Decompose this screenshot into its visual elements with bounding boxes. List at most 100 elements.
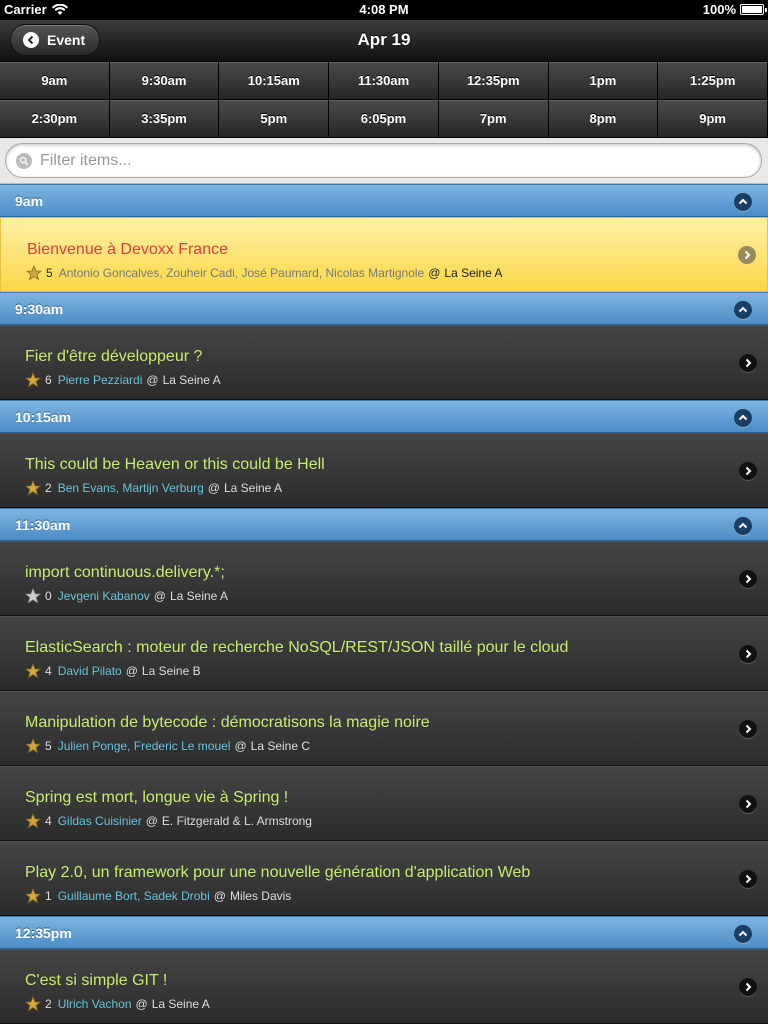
nav-header: Event Apr 19 [0,20,768,62]
at-symbol: @ [207,481,220,495]
status-bar: Carrier 4:08 PM 100% [0,0,768,20]
time-slot-button[interactable]: 12:35pm [438,62,549,100]
session-meta: 2 Ben Evans, Martijn Verburg @ La Seine … [24,479,283,496]
section-divider[interactable]: 9:30am [0,292,768,325]
favorite-count: 0 [45,589,52,603]
collapse-icon[interactable] [734,301,752,319]
star-icon [25,264,43,281]
session-room: La Seine A [151,997,210,1011]
search-icon [16,152,32,169]
section-divider[interactable]: 12:35pm [0,916,768,949]
session-speakers: David Pilato [57,664,122,678]
collapse-icon[interactable] [734,517,752,535]
star-icon [24,887,42,904]
chevron-right-icon[interactable] [739,354,757,372]
at-symbol: @ [213,889,226,903]
time-slot-button[interactable]: 1pm [548,62,659,100]
session-item[interactable]: Bienvenue à Devoxx France 5 Antonio Gonc… [0,217,768,292]
time-slot-button[interactable]: 11:30am [329,62,439,100]
search-bar [0,138,768,184]
search-input[interactable] [40,151,720,170]
at-symbol: @ [153,589,166,603]
chevron-right-icon[interactable] [739,462,757,480]
section-time-label: 12:35pm [15,924,72,941]
star-icon [24,737,42,754]
section-time-label: 9am [15,192,44,209]
time-slot-grid: 9am 9:30am 10:15am 11:30am 12:35pm 1pm 1:25pm 2… [0,62,768,138]
page-title: Apr 19 [357,30,411,49]
at-symbol: @ [125,664,138,678]
section-divider[interactable]: 9am [0,184,768,217]
section-divider[interactable]: 10:15am [0,400,768,433]
time-slot-button[interactable]: 9am [0,62,110,100]
at-symbol: @ [145,814,158,828]
session-item[interactable]: Spring est mort, longue vie à Spring ! 4… [0,766,768,841]
chevron-right-icon[interactable] [739,570,757,588]
session-title: import continuous.delivery.*; [25,564,225,581]
time-slot-button[interactable]: 3:35pm [109,100,220,138]
chevron-right-icon[interactable] [739,720,757,738]
session-title: ElasticSearch : moteur de recherche NoSQ… [25,639,569,656]
star-icon [24,479,42,496]
time-slot-button[interactable]: 9:30am [109,62,220,100]
favorite-count: 2 [45,481,52,495]
session-meta: 4 Gildas Cuisinier @ E. Fitzgerald & L. … [24,812,312,829]
at-symbol: @ [234,739,247,753]
chevron-right-icon[interactable] [739,795,757,813]
session-room: La Seine A [444,266,503,280]
session-item[interactable]: ElasticSearch : moteur de recherche NoSQ… [0,616,768,691]
session-item[interactable]: This could be Heaven or this could be He… [0,433,768,508]
session-title: Manipulation de bytecode : démocratisons… [25,714,430,731]
time-slot-button[interactable]: 7pm [438,100,549,138]
battery-percent: 100% [702,2,736,17]
favorite-count: 6 [45,373,52,387]
section-divider[interactable]: 11:30am [0,508,768,541]
time-slot-button[interactable]: 8pm [548,100,659,138]
search-field[interactable] [5,143,762,178]
session-item[interactable]: Play 2.0, un framework pour une nouvelle… [0,841,768,916]
chevron-right-icon[interactable] [739,645,757,663]
battery-fill [742,6,762,13]
session-meta: 1 Guillaume Bort, Sadek Drobi @ Miles Da… [24,887,291,904]
session-meta: 5 Julien Ponge, Frederic Le mouel @ La S… [24,737,310,754]
time-slot-button[interactable]: 6:05pm [329,100,439,138]
collapse-icon[interactable] [734,925,752,943]
favorite-count: 5 [45,739,52,753]
chevron-right-icon[interactable] [739,978,757,996]
session-title: Fier d'être développeur ? [25,348,203,365]
session-meta: 2 Ulrich Vachon @ La Seine A [24,995,210,1012]
time-slot-button[interactable]: 9pm [658,100,768,138]
session-title: Bienvenue à Devoxx France [27,241,228,258]
at-symbol: @ [146,373,159,387]
at-symbol: @ [428,266,441,280]
session-speakers: Pierre Pezziardi [57,373,143,387]
session-item[interactable]: import continuous.delivery.*; 0 Jevgeni … [0,541,768,616]
session-title: This could be Heaven or this could be He… [25,456,325,473]
session-item[interactable]: Fier d'être développeur ? 6 Pierre Pezzi… [0,325,768,400]
session-title: Spring est mort, longue vie à Spring ! [25,789,289,806]
chevron-right-icon[interactable] [739,870,757,888]
battery-icon [740,4,767,15]
chevron-right-icon[interactable] [738,246,756,264]
session-list: 9am Bienvenue à Devoxx France 5 Antonio … [0,184,768,1024]
collapse-icon[interactable] [734,409,752,427]
favorite-count: 2 [45,997,52,1011]
session-speakers: Gildas Cuisinier [57,814,142,828]
time-slot-button[interactable]: 10:15am [219,62,330,100]
favorite-count: 1 [45,889,52,903]
session-room: E. Fitzgerald & L. Armstrong [161,814,312,828]
session-item[interactable]: Manipulation de bytecode : démocratisons… [0,691,768,766]
session-speakers: Jevgeni Kabanov [57,589,150,603]
session-room: La Seine A [169,589,229,603]
session-item[interactable]: C'est si simple GIT ! 2 Ulrich Vachon @ … [0,949,768,1024]
time-slot-button[interactable]: 2:30pm [0,100,110,138]
session-room: La Seine B [141,664,201,678]
star-icon [24,371,42,388]
time-slot-button[interactable]: 1:25pm [658,62,768,100]
session-meta: 6 Pierre Pezziardi @ La Seine A [24,371,221,388]
session-room: La Seine A [223,481,283,495]
time-slot-button[interactable]: 5pm [219,100,330,138]
session-speakers: Ben Evans, Martijn Verburg [57,481,204,495]
collapse-icon[interactable] [734,193,752,211]
favorite-count: 5 [46,266,53,280]
